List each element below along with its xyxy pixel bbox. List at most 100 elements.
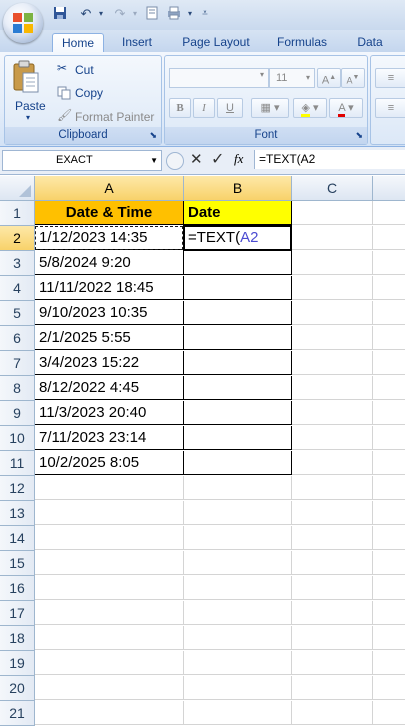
row-header[interactable]: 5 (0, 301, 35, 326)
cell-c7[interactable] (292, 351, 373, 375)
cell-a15[interactable] (35, 551, 184, 575)
office-button[interactable] (3, 3, 43, 43)
cell-a12[interactable] (35, 476, 184, 500)
row-header[interactable]: 3 (0, 251, 35, 276)
formula-input[interactable]: =TEXT(A2 (254, 150, 405, 169)
row-header[interactable]: 8 (0, 376, 35, 401)
cell-b16[interactable] (184, 576, 292, 600)
cut-icon[interactable]: ✂ (57, 61, 67, 75)
cell-d17[interactable] (373, 601, 405, 625)
cell-c21[interactable] (292, 701, 373, 725)
cell-d6[interactable] (373, 326, 405, 350)
chevron-down-icon[interactable]: ▾ (130, 6, 140, 22)
cell-c13[interactable] (292, 501, 373, 525)
font-name-select[interactable]: ▾ (169, 68, 269, 88)
row-header[interactable]: 20 (0, 676, 35, 701)
cell-c5[interactable] (292, 301, 373, 325)
borders-button[interactable]: ▦ ▾ (251, 98, 289, 118)
row-header[interactable]: 12 (0, 476, 35, 501)
cell-a21[interactable] (35, 701, 184, 725)
row-header[interactable]: 21 (0, 701, 35, 726)
cell-b21[interactable] (184, 701, 292, 725)
cell-a8[interactable]: 8/12/2022 4:45 (35, 376, 184, 400)
cell-b6[interactable] (184, 326, 292, 350)
cell-b13[interactable] (184, 501, 292, 525)
tab-home[interactable]: Home (52, 33, 104, 53)
cell-d4[interactable] (373, 276, 405, 300)
cell-c2[interactable] (292, 226, 373, 250)
underline-button[interactable]: U (217, 98, 243, 118)
print-preview-icon[interactable] (144, 6, 160, 22)
column-header-d[interactable] (373, 176, 405, 201)
cell-a5[interactable]: 9/10/2023 10:35 (35, 301, 184, 325)
cell-b2[interactable]: =TEXT(A2 (184, 226, 292, 250)
cell-b20[interactable] (184, 676, 292, 700)
grow-font-button[interactable]: A▲ (317, 68, 341, 88)
cell-d8[interactable] (373, 376, 405, 400)
cell-d5[interactable] (373, 301, 405, 325)
copy-label[interactable]: Copy (75, 86, 103, 100)
row-header[interactable]: 7 (0, 351, 35, 376)
row-header[interactable]: 14 (0, 526, 35, 551)
enter-icon[interactable]: ✓ (211, 149, 224, 169)
cell-b3[interactable] (184, 251, 292, 275)
worksheet-grid[interactable]: A B C 1 2 3 4 5 6 7 8 9 10 11 12 13 14 15 16 17 18 19 20 21 … (0, 176, 405, 726)
cancel-icon[interactable]: ✕ (190, 150, 203, 168)
cell-b7[interactable] (184, 351, 292, 375)
row-header[interactable]: 16 (0, 576, 35, 601)
cell-a6[interactable]: 2/1/2025 5:55 (35, 326, 184, 350)
tab-page-layout[interactable]: Page Layout (176, 33, 256, 52)
cell-d21[interactable] (373, 701, 405, 725)
tab-data[interactable]: Data (346, 33, 394, 52)
cell-c12[interactable] (292, 476, 373, 500)
chevron-down-icon[interactable]: ▾ (306, 69, 310, 87)
cell-d13[interactable] (373, 501, 405, 525)
row-header[interactable]: 1 (0, 201, 35, 226)
save-icon[interactable] (52, 6, 68, 22)
cell-d19[interactable] (373, 651, 405, 675)
row-header[interactable]: 6 (0, 326, 35, 351)
cell-b8[interactable] (184, 376, 292, 400)
row-header[interactable]: 13 (0, 501, 35, 526)
chevron-down-icon[interactable]: ▾ (96, 6, 106, 22)
cell-c3[interactable] (292, 251, 373, 275)
chevron-down-icon[interactable]: ▾ (260, 70, 264, 79)
cell-c15[interactable] (292, 551, 373, 575)
select-all-corner[interactable] (0, 176, 35, 201)
dialog-launcher-icon[interactable]: ⬊ (355, 127, 363, 144)
cut-label[interactable]: Cut (75, 63, 94, 77)
name-box[interactable]: EXACT ▼ (2, 150, 162, 171)
cell-b9[interactable] (184, 401, 292, 425)
cell-a3[interactable]: 5/8/2024 9:20 (35, 251, 184, 275)
cell-d15[interactable] (373, 551, 405, 575)
cell-a2[interactable]: 1/12/2023 14:35 (35, 226, 184, 250)
cell-a19[interactable] (35, 651, 184, 675)
cell-c19[interactable] (292, 651, 373, 675)
italic-button[interactable]: I (193, 98, 215, 118)
cell-c4[interactable] (292, 276, 373, 300)
cell-d7[interactable] (373, 351, 405, 375)
cell-a18[interactable] (35, 626, 184, 650)
row-header[interactable]: 4 (0, 276, 35, 301)
font-size-select[interactable]: 11 ▾ (269, 68, 315, 88)
cell-d2[interactable] (373, 226, 405, 250)
format-painter-label[interactable]: Format Painter (75, 110, 154, 124)
cell-b1[interactable]: Date (184, 201, 292, 225)
cell-d18[interactable] (373, 626, 405, 650)
cell-b12[interactable] (184, 476, 292, 500)
row-header[interactable]: 11 (0, 451, 35, 476)
font-color-button[interactable]: A ▾ (329, 98, 363, 118)
cell-a10[interactable]: 7/11/2023 23:14 (35, 426, 184, 450)
cell-c10[interactable] (292, 426, 373, 450)
cell-d9[interactable] (373, 401, 405, 425)
insert-function-button[interactable]: fx (234, 151, 243, 167)
formula-bar-expand-icon[interactable] (166, 152, 184, 170)
row-header[interactable]: 17 (0, 601, 35, 626)
cell-c18[interactable] (292, 626, 373, 650)
chevron-down-icon[interactable]: ▼ (150, 151, 158, 170)
cell-d14[interactable] (373, 526, 405, 550)
chevron-down-icon[interactable]: ▾ (26, 113, 30, 122)
print-icon[interactable] (166, 6, 182, 22)
cell-b18[interactable] (184, 626, 292, 650)
cell-d20[interactable] (373, 676, 405, 700)
